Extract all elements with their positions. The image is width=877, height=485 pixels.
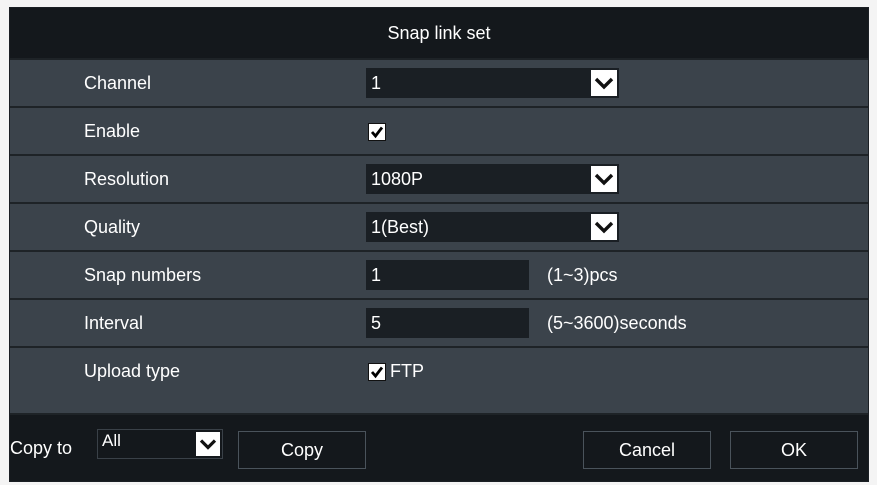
interval-hint: (5~3600)seconds: [547, 312, 687, 333]
chevron-down-icon[interactable]: [589, 164, 619, 194]
resolution-select[interactable]: 1080P: [366, 164, 619, 194]
quality-row: Quality 1(Best): [10, 202, 868, 250]
channel-value: 1: [371, 72, 382, 93]
resolution-label: Resolution: [84, 168, 170, 189]
quality-label: Quality: [84, 216, 141, 237]
enable-checkbox[interactable]: [368, 123, 386, 141]
chevron-down-icon[interactable]: [194, 430, 222, 458]
channel-label: Channel: [84, 72, 152, 93]
upload-type-row: Upload type FTP: [10, 346, 868, 394]
interval-input[interactable]: 5: [366, 308, 529, 338]
checkmark-icon: [370, 126, 384, 139]
copy-to-select[interactable]: All: [97, 429, 223, 459]
interval-value: 5: [371, 312, 382, 333]
snap-numbers-hint: (1~3)pcs: [547, 264, 618, 285]
interval-label: Interval: [84, 312, 144, 333]
enable-label: Enable: [84, 120, 141, 141]
interval-row: Interval 5 (5~3600)seconds: [10, 298, 868, 346]
checkmark-icon: [370, 366, 384, 379]
quality-value: 1(Best): [371, 216, 430, 237]
dialog-title: Snap link set: [387, 22, 491, 43]
dialog-footer: Copy to All Copy Cancel OK: [10, 413, 868, 481]
ok-button[interactable]: OK: [730, 431, 858, 469]
chevron-down-icon[interactable]: [589, 212, 619, 242]
cancel-button[interactable]: Cancel: [583, 431, 711, 469]
upload-type-label: Upload type: [84, 360, 181, 381]
enable-row: Enable: [10, 106, 868, 154]
chevron-down-icon[interactable]: [589, 68, 619, 98]
channel-select[interactable]: 1: [366, 68, 619, 98]
snap-numbers-value: 1: [371, 264, 382, 285]
quality-select[interactable]: 1(Best): [366, 212, 619, 242]
copy-to-value: All: [102, 431, 121, 450]
ftp-checkbox[interactable]: [368, 363, 386, 381]
channel-row: Channel 1: [10, 58, 868, 106]
resolution-value: 1080P: [371, 168, 424, 189]
ftp-option-label: FTP: [390, 360, 424, 381]
snap-numbers-label: Snap numbers: [84, 264, 202, 285]
snap-numbers-row: Snap numbers 1 (1~3)pcs: [10, 250, 868, 298]
snap-link-dialog: Snap link set Channel 1 Enable Resolutio…: [9, 7, 869, 482]
resolution-row: Resolution 1080P: [10, 154, 868, 202]
snap-numbers-input[interactable]: 1: [366, 260, 529, 290]
copy-to-label: Copy to: [10, 437, 73, 458]
copy-button[interactable]: Copy: [238, 431, 366, 469]
dialog-title-bar: Snap link set: [10, 8, 868, 58]
